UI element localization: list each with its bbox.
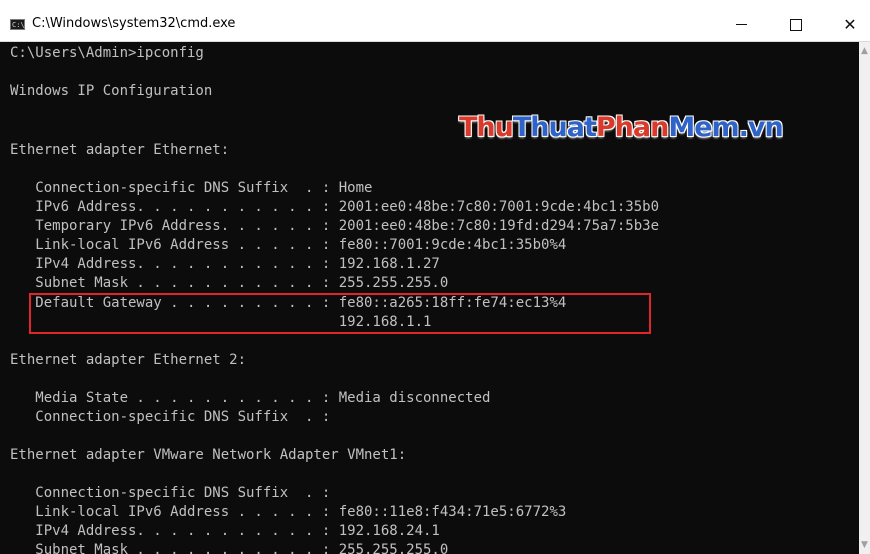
maximize-button[interactable] — [773, 8, 819, 41]
close-icon: ✕ — [843, 15, 857, 34]
console-line: Media State . . . . . . . . . . . : Medi… — [10, 390, 491, 406]
console-line: Subnet Mask . . . . . . . . . . . : 255.… — [10, 275, 449, 291]
minimize-button[interactable] — [718, 8, 764, 41]
console-line: C:\Users\Admin>ipconfig — [10, 45, 204, 61]
close-button[interactable]: ✕ — [830, 8, 870, 41]
console-line: Connection-specific DNS Suffix . : — [10, 409, 331, 425]
watermark-part: .vn — [738, 112, 784, 143]
scroll-up-icon[interactable]: ▲ — [859, 44, 870, 58]
console-line: Ethernet adapter VMware Network Adapter … — [10, 447, 407, 463]
default-gateway-highlight — [29, 293, 651, 334]
console-line: Link-local IPv6 Address . . . . . : fe80… — [10, 237, 567, 253]
console-line: Link-local IPv6 Address . . . . . : fe80… — [10, 504, 567, 520]
console-line: IPv6 Address. . . . . . . . . . . : 2001… — [10, 199, 660, 215]
watermark-part: Thuat — [512, 112, 597, 143]
console-line: Windows IP Configuration — [10, 83, 213, 99]
console-line: Subnet Mask . . . . . . . . . . . : 255.… — [10, 542, 449, 554]
watermark-part: Thu — [459, 112, 514, 143]
watermark-logo: ThuThuatPhanMem.vn — [459, 112, 784, 143]
console-line: Connection-specific DNS Suffix . : — [10, 485, 331, 501]
title-bar[interactable]: C:\ C:\Windows\system32\cmd.exe ✕ — [0, 0, 870, 42]
console-line: Ethernet adapter Ethernet: — [10, 142, 230, 158]
scroll-down-icon[interactable]: ▼ — [859, 538, 870, 552]
vertical-scrollbar[interactable]: ▲ ▼ — [859, 42, 870, 554]
console-line: Connection-specific DNS Suffix . : Home — [10, 180, 373, 196]
cmd-app-icon[interactable]: C:\ — [10, 19, 25, 30]
console-line: IPv4 Address. . . . . . . . . . . : 192.… — [10, 256, 440, 272]
watermark-part: Phan — [595, 112, 669, 143]
watermark-part: Mem — [668, 112, 739, 143]
console-line: IPv4 Address. . . . . . . . . . . : 192.… — [10, 523, 440, 539]
window-title: C:\Windows\system32\cmd.exe — [32, 16, 236, 31]
console-line: Ethernet adapter Ethernet 2: — [10, 352, 247, 368]
minimize-icon — [735, 24, 747, 25]
maximize-icon — [790, 18, 802, 31]
console-line: Temporary IPv6 Address. . . . . . : 2001… — [10, 218, 660, 234]
